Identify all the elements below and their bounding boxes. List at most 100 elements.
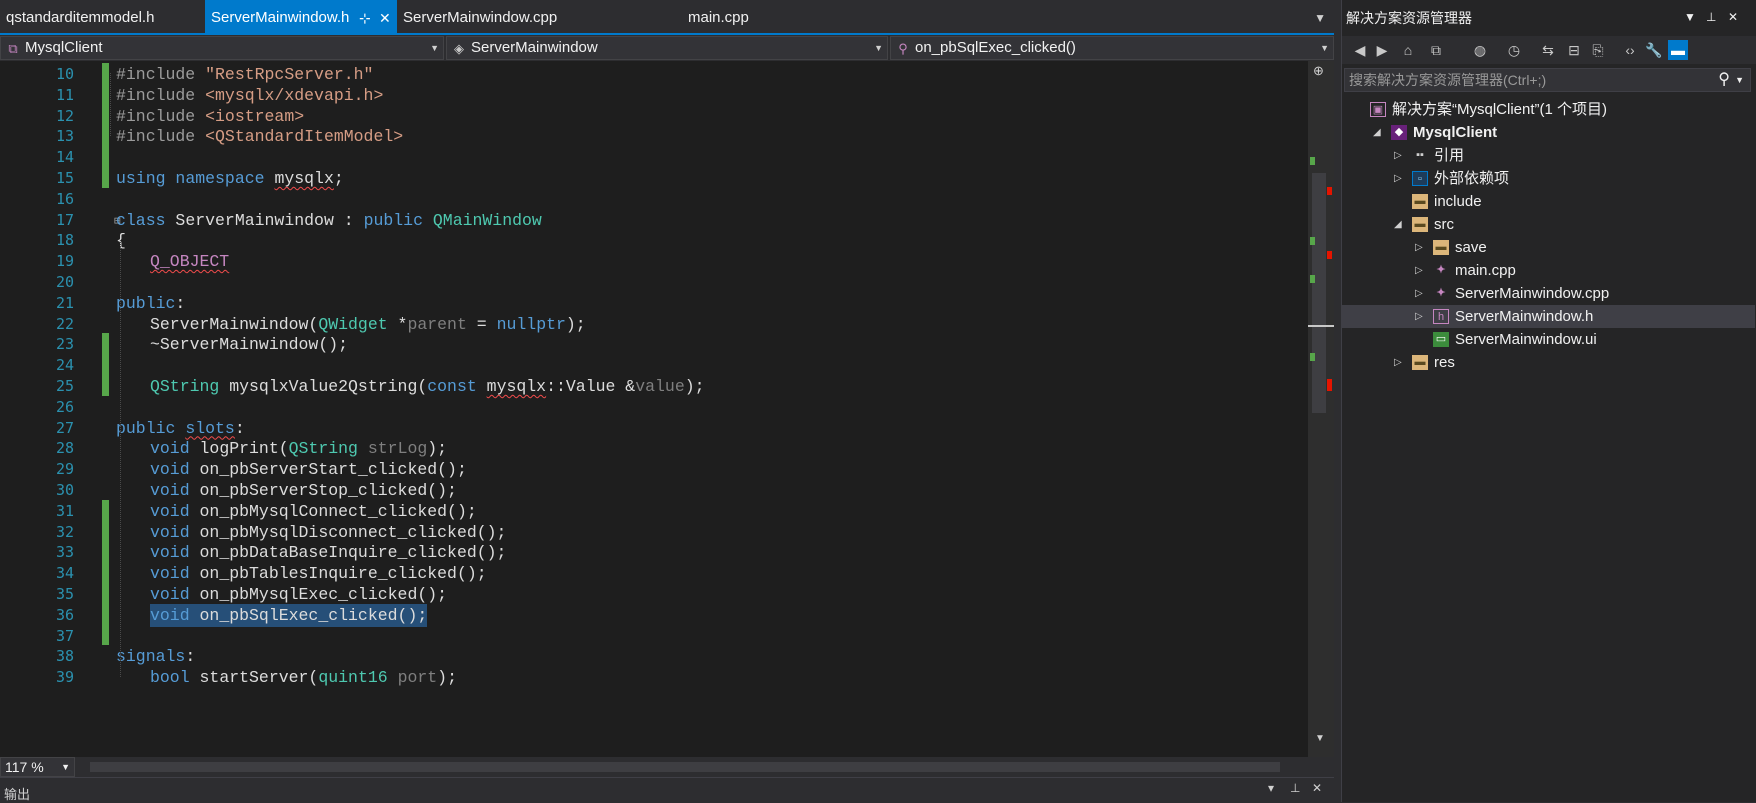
tab-main-cpp[interactable]: main.cpp xyxy=(682,0,802,33)
tree-item[interactable]: ▷ ▫ 外部依赖项 xyxy=(1342,167,1755,190)
code-line[interactable]: 13 #include <QStandardItemModel> xyxy=(0,125,1308,148)
zoom-dropdown[interactable]: 117 % ▼ xyxy=(0,757,75,777)
tab-servermainwindow-h[interactable]: ServerMainwindow.h ⊹ ✕ xyxy=(205,0,397,33)
code-line[interactable]: 19 Q_OBJECT xyxy=(0,250,1308,273)
code-text: public slots: xyxy=(116,418,245,438)
chevron-down-icon[interactable]: ▼ xyxy=(1735,69,1744,91)
code-line[interactable]: 30 void on_pbServerStop_clicked(); xyxy=(0,479,1308,502)
split-icon[interactable]: ⊕ xyxy=(1313,63,1324,79)
pin-icon[interactable]: ⊥ xyxy=(1706,10,1716,24)
code-text: #include "RestRpcServer.h" xyxy=(116,65,374,84)
code-line[interactable]: 21 public: xyxy=(0,292,1308,315)
code-line[interactable]: 27 public slots: xyxy=(0,417,1308,440)
project-dropdown[interactable]: ⧉ MysqlClient ▼ xyxy=(0,36,444,60)
chevron-down-icon[interactable]: ▼ xyxy=(1684,10,1696,24)
code-text: #include <mysqlx/xdevapi.h> xyxy=(116,85,384,105)
code-line[interactable]: 36 void on_pbSqlExec_clicked(); xyxy=(0,603,1308,627)
code-line[interactable]: 29 void on_pbServerStart_clicked(); xyxy=(0,458,1308,481)
code-view-icon[interactable]: ‹› xyxy=(1620,40,1640,60)
expanded-arrow-icon[interactable]: ◢ xyxy=(1373,121,1381,144)
tree-item[interactable]: ▷ ✦ main.cpp xyxy=(1342,259,1755,282)
code-line[interactable]: 24 xyxy=(0,354,1308,377)
collapsed-arrow-icon[interactable]: ▷ xyxy=(1394,167,1402,190)
member-dropdown[interactable]: ⚲ on_pbSqlExec_clicked() ▼ xyxy=(890,36,1334,60)
show-all-files-icon[interactable]: ⎘ xyxy=(1588,40,1608,60)
tree-item[interactable]: ◢ ◆ MysqlClient xyxy=(1342,121,1755,144)
code-line[interactable]: 17 ⊟ class ServerMainwindow : public QMain… xyxy=(0,209,1308,232)
code-line[interactable]: 18{ xyxy=(0,229,1308,252)
search-icon[interactable]: ⚲ xyxy=(1718,69,1730,91)
tab-overflow-dropdown-icon[interactable]: ▼ xyxy=(1314,0,1326,36)
pin-icon[interactable]: ⊥ xyxy=(1290,781,1300,795)
collapsed-arrow-icon[interactable]: ▷ xyxy=(1415,236,1423,259)
code-editor[interactable]: 10 #include "RestRpcServer.h" 11 #include <… xyxy=(0,61,1308,757)
collapsed-arrow-icon[interactable]: ▷ xyxy=(1394,144,1402,167)
properties-icon[interactable]: 🔧 xyxy=(1644,40,1664,60)
project-icon: ◆ xyxy=(1391,125,1407,140)
references-icon: ▪▪ xyxy=(1416,149,1424,161)
code-line[interactable]: 15 using namespace mysqlx; xyxy=(0,167,1308,190)
code-line[interactable]: 34 void on_pbTablesInquire_clicked(); xyxy=(0,562,1308,585)
home-icon[interactable]: ⌂ xyxy=(1398,40,1418,60)
change-indicator xyxy=(102,83,109,105)
code-line[interactable]: 22 ServerMainwindow(QWidget *parent = nul… xyxy=(0,313,1308,336)
forward-icon[interactable]: ▶ xyxy=(1372,40,1392,60)
code-line[interactable]: 28 void logPrint(QString strLog); xyxy=(0,437,1308,460)
code-line[interactable]: 37 xyxy=(0,624,1308,648)
tree-item-label: ServerMainwindow.ui xyxy=(1455,331,1597,348)
tree-item[interactable]: ▣ 解决方案“MysqlClient”(1 个项目) xyxy=(1342,98,1755,121)
vertical-scrollbar[interactable]: ⊕ ▼ xyxy=(1308,61,1334,757)
code-line[interactable]: 23 ~ServerMainwindow(); xyxy=(0,333,1308,356)
tree-item[interactable]: ▷ ✦ ServerMainwindow.cpp xyxy=(1342,282,1755,305)
collapsed-arrow-icon[interactable]: ▷ xyxy=(1415,305,1423,328)
code-line[interactable]: 32 void on_pbMysqlDisconnect_clicked(); xyxy=(0,520,1308,544)
collapsed-arrow-icon[interactable]: ▷ xyxy=(1394,351,1402,374)
switch-views-icon[interactable]: ⧉ xyxy=(1426,40,1446,60)
tree-item[interactable]: ▷ h ServerMainwindow.h xyxy=(1342,305,1755,328)
collapse-all-icon[interactable]: ⊟ xyxy=(1564,40,1584,60)
code-text: #include <QStandardItemModel> xyxy=(116,127,404,147)
code-line[interactable]: 14 xyxy=(0,146,1308,169)
scroll-down-icon[interactable]: ▼ xyxy=(1315,733,1325,744)
tree-item[interactable]: ▷ ▬ save xyxy=(1342,236,1755,259)
close-icon[interactable]: ✕ xyxy=(379,0,391,36)
code-line[interactable]: 31 void on_pbMysqlConnect_clicked(); xyxy=(0,499,1308,523)
history-icon[interactable]: ◷ xyxy=(1504,40,1524,60)
collapsed-arrow-icon[interactable]: ▷ xyxy=(1415,282,1423,305)
tree-item[interactable]: ▬ include xyxy=(1342,190,1755,213)
tree-item[interactable]: ▷ ▬ res xyxy=(1342,351,1755,374)
tree-item[interactable]: ▭ ServerMainwindow.ui xyxy=(1342,328,1755,351)
sync-icon[interactable]: ⇆ xyxy=(1538,40,1558,60)
tab-qstandarditemmodel-h[interactable]: qstandarditemmodel.h xyxy=(0,0,205,33)
code-line[interactable]: 11 #include <mysqlx/xdevapi.h> xyxy=(0,83,1308,107)
horizontal-scrollbar[interactable] xyxy=(90,762,1280,772)
code-line[interactable]: 38 signals: xyxy=(0,645,1308,668)
code-line[interactable]: 10 #include "RestRpcServer.h" xyxy=(0,63,1308,86)
tab-servermainwindow-cpp[interactable]: ServerMainwindow.cpp xyxy=(397,0,609,33)
tree-item[interactable]: ▷ ▪▪ 引用 xyxy=(1342,144,1755,167)
pin-icon[interactable]: ⊹ xyxy=(359,0,371,36)
code-line[interactable]: 39 bool startServer(quint16 port); xyxy=(0,666,1308,689)
code-line[interactable]: 12 #include <iostream> xyxy=(0,104,1308,128)
scroll-thumb[interactable] xyxy=(1312,173,1326,413)
code-line[interactable]: 33 void on_pbDataBaseInquire_clicked(); xyxy=(0,541,1308,564)
back-icon[interactable]: ◀ xyxy=(1350,40,1370,60)
code-line[interactable]: 25 QString mysqlxValue2Qstring(const mysq… xyxy=(0,375,1308,398)
code-line[interactable]: 16 xyxy=(0,188,1308,211)
collapsed-arrow-icon[interactable]: ▷ xyxy=(1415,259,1423,282)
code-line[interactable]: 35 void on_pbMysqlExec_clicked(); xyxy=(0,583,1308,606)
change-indicator xyxy=(102,520,109,542)
tree-item[interactable]: ◢ ▬ src xyxy=(1342,213,1755,236)
close-icon[interactable]: ✕ xyxy=(1312,781,1322,795)
chevron-down-icon[interactable]: ▾ xyxy=(1268,781,1274,795)
solution-search-input[interactable]: 搜索解决方案资源管理器(Ctrl+;) ⚲ ▼ xyxy=(1344,68,1751,92)
globe-icon[interactable]: ◍ xyxy=(1470,40,1490,60)
code-line[interactable]: 26 xyxy=(0,396,1308,419)
code-line[interactable]: 20 xyxy=(0,271,1308,294)
change-indicator xyxy=(102,104,109,126)
line-number: 14 xyxy=(55,148,74,167)
scope-dropdown[interactable]: ◈ ServerMainwindow ▼ xyxy=(446,36,888,60)
preview-icon[interactable]: ▬ xyxy=(1668,40,1688,60)
close-icon[interactable]: ✕ xyxy=(1728,10,1738,24)
expanded-arrow-icon[interactable]: ◢ xyxy=(1394,213,1402,236)
